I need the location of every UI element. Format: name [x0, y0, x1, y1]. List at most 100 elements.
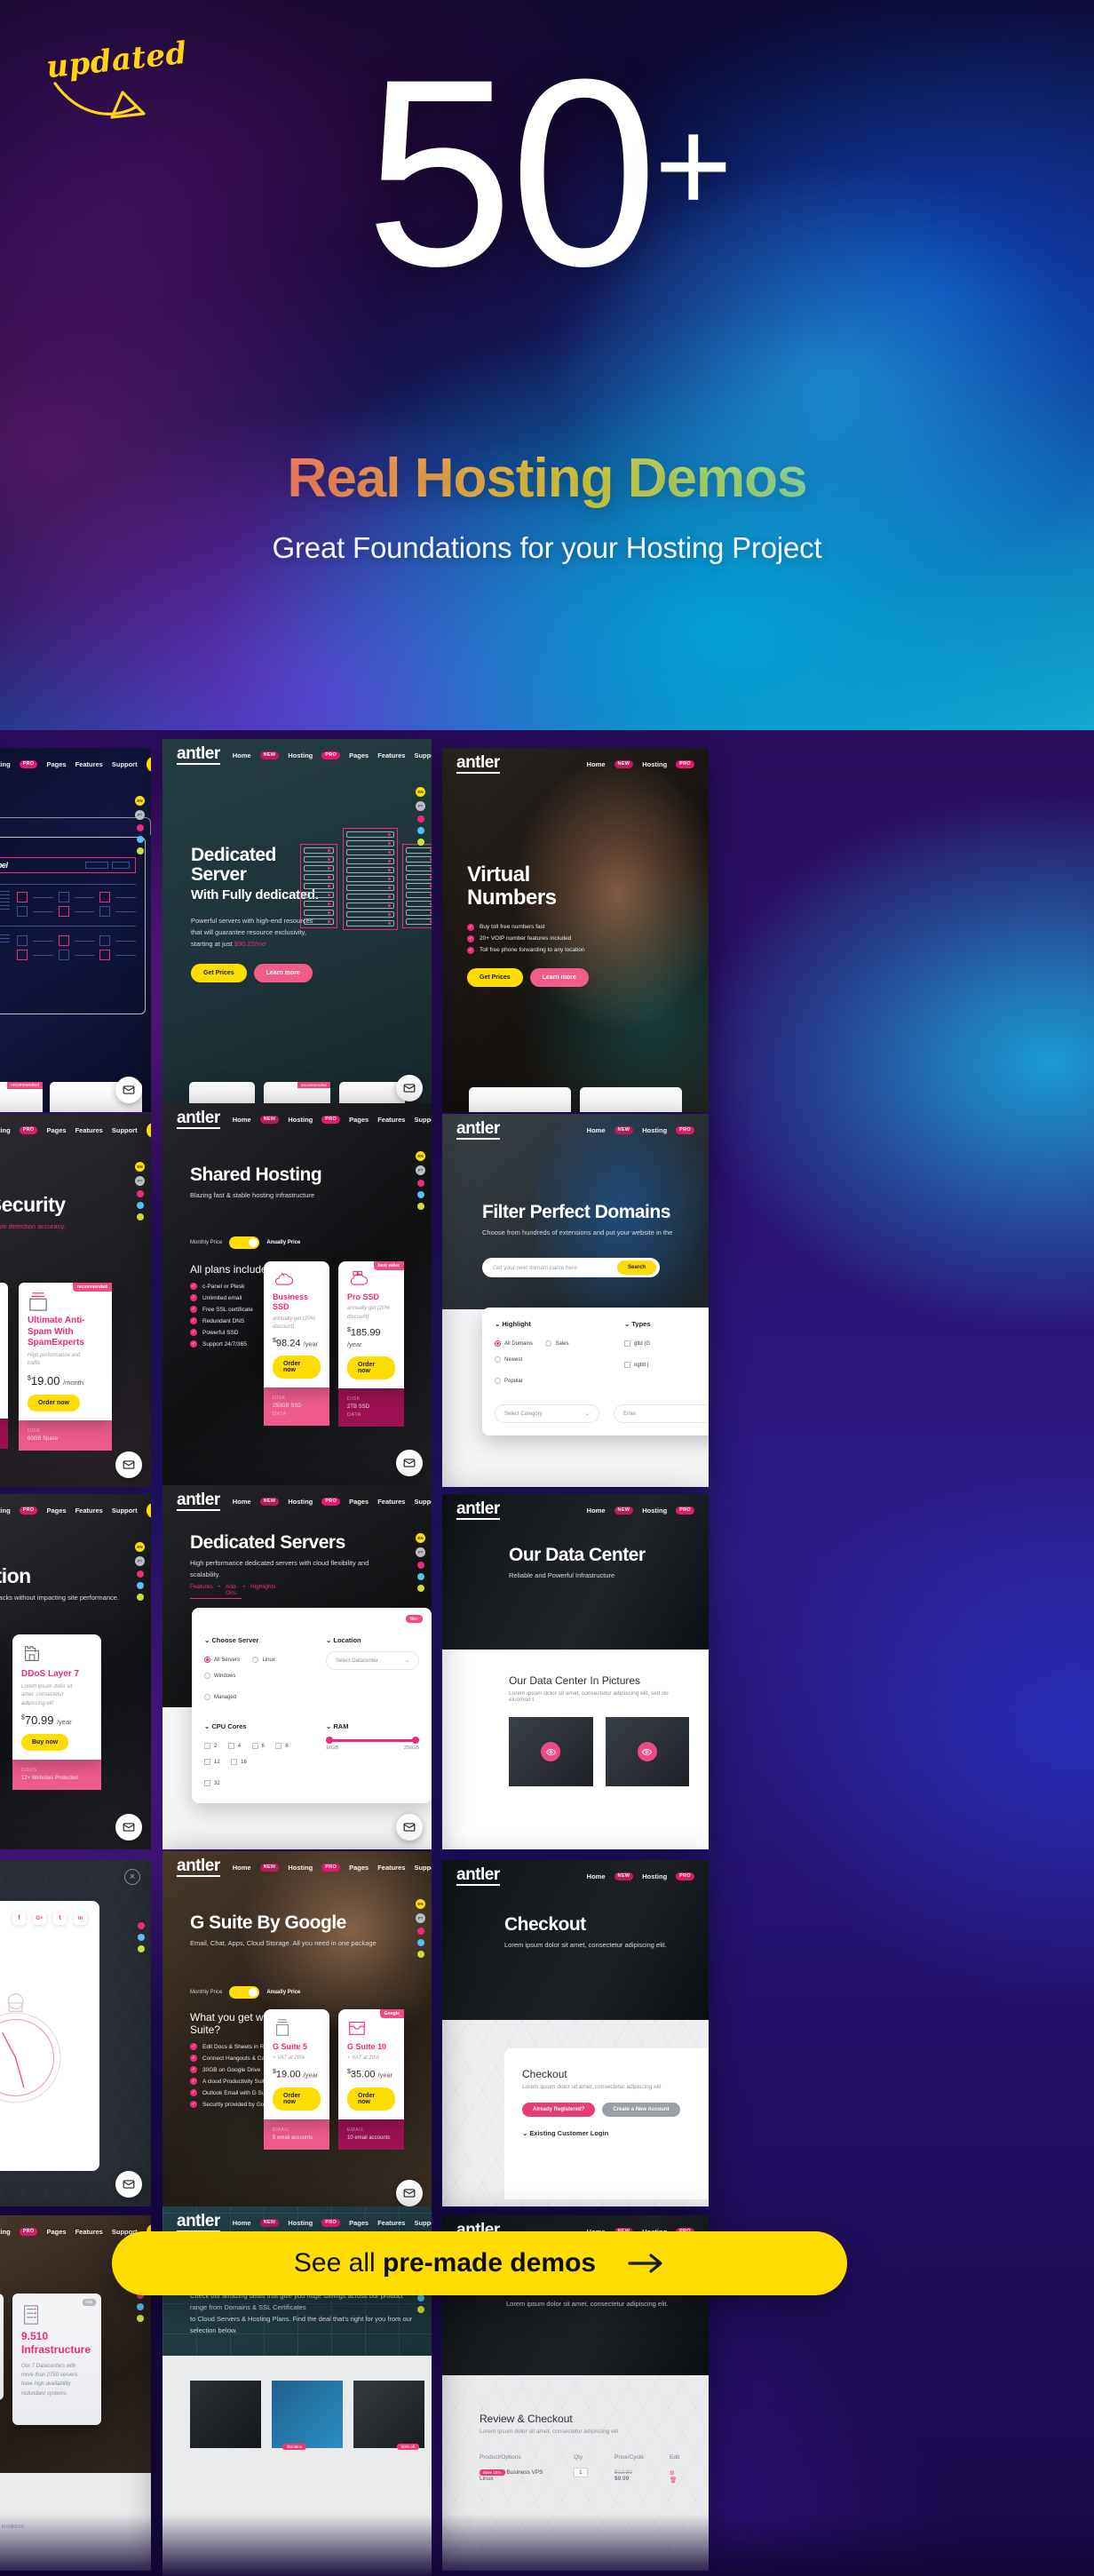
- billing-toggle-switch[interactable]: [229, 1986, 260, 1999]
- mail-icon[interactable]: [115, 2171, 142, 2198]
- lang-en[interactable]: EN: [416, 787, 425, 797]
- get-prices-button[interactable]: Get Prices: [191, 964, 247, 983]
- close-icon[interactable]: ×: [124, 1869, 140, 1885]
- nav-item-hosting[interactable]: Hosting: [0, 2228, 11, 2236]
- billing-toggle[interactable]: Monthly Price Anually Price: [190, 1986, 300, 1999]
- demo-card-gsuite[interactable]: antler Home NEW Hosting PRO Pages Featur…: [163, 1851, 432, 2215]
- nav-item-support[interactable]: Support: [414, 1498, 432, 1506]
- price-card-mini[interactable]: [580, 1087, 682, 1112]
- order-now-button[interactable]: Order now: [347, 1356, 395, 1380]
- create-account-button[interactable]: Create a New Account: [602, 2103, 680, 2117]
- lang-en[interactable]: EN: [416, 1533, 425, 1543]
- lang-en[interactable]: EN: [135, 1162, 145, 1172]
- color-dot-lime[interactable]: [136, 1594, 144, 1601]
- nav-item-features[interactable]: Features: [75, 760, 103, 768]
- lang-pt[interactable]: PT: [416, 1913, 425, 1923]
- mail-icon[interactable]: [396, 2180, 423, 2206]
- deal-thumbnail[interactable]: domains: [272, 2381, 343, 2450]
- radio-all-domains[interactable]: All Domains: [495, 1340, 533, 1347]
- search-input[interactable]: Get your next domain name here: [493, 1265, 617, 1271]
- nav-item-home[interactable]: Home: [233, 751, 251, 759]
- price-card[interactable]: Deluxe Anti-Spam With SpamExperts Intens…: [0, 1283, 8, 1451]
- color-dot-lime[interactable]: [138, 1945, 145, 1952]
- demo-card-data-center[interactable]: antler Home NEW Hosting PRO Our Data Cen…: [442, 1494, 709, 1849]
- radio-popular[interactable]: Popular: [495, 1378, 523, 1384]
- order-now-button[interactable]: Order now: [28, 1394, 81, 1411]
- price-card[interactable]: G Suite 5 + VAT at 20% $19.00 /year Orde…: [264, 2009, 329, 2150]
- demo-card-email-security[interactable]: NEW Hosting PRO Pages Features Support C…: [0, 1114, 151, 1487]
- nav-item-pages[interactable]: Pages: [46, 760, 66, 768]
- nav-item-support[interactable]: Support: [112, 1126, 138, 1134]
- linkedin-icon[interactable]: in: [74, 1912, 87, 1925]
- color-dot-lime[interactable]: [416, 1585, 424, 1592]
- color-dot-pink[interactable]: [416, 1180, 424, 1187]
- demo-card-ddos-protection[interactable]: NEW Hosting PRO Pages Features Support C…: [0, 1494, 151, 1849]
- checkbox-cpu-12[interactable]: 12: [204, 1759, 220, 1765]
- demo-card-filter-domains[interactable]: antler Home NEW Hosting PRO Filter Perfe…: [442, 1114, 709, 1487]
- nav-item-support[interactable]: Support: [112, 1507, 138, 1515]
- nav-item-hosting[interactable]: Hosting: [642, 1126, 667, 1134]
- lang-pt[interactable]: PT: [135, 810, 145, 820]
- color-dot-blue[interactable]: [416, 1939, 424, 1946]
- color-dot-blue[interactable]: [136, 1202, 144, 1209]
- demo-card-dedicated-server[interactable]: antler Home NEW Hosting PRO Pages Featur…: [163, 739, 432, 1110]
- checkbox-cpu-2[interactable]: 2: [204, 1743, 217, 1749]
- color-dot-lime[interactable]: [136, 2315, 144, 2322]
- nav-item-pages[interactable]: Pages: [349, 1864, 369, 1872]
- checkbox-cpu-6[interactable]: 6: [251, 1743, 265, 1749]
- mail-icon[interactable]: [115, 1077, 142, 1103]
- color-dots[interactable]: [138, 1922, 145, 1952]
- nav-item-features[interactable]: Features: [377, 1498, 405, 1506]
- domain-search-bar[interactable]: Get your next domain name here Search: [482, 1258, 660, 1277]
- google-plus-icon[interactable]: G+: [33, 1912, 46, 1925]
- nav-item-pages[interactable]: Pages: [349, 2219, 369, 2227]
- language-switcher[interactable]: EN PT: [416, 787, 425, 846]
- nav-item-pages[interactable]: Pages: [46, 2228, 66, 2236]
- nav-item-pages[interactable]: Pages: [349, 751, 369, 759]
- already-registered-button[interactable]: Already Registered?: [522, 2103, 596, 2117]
- color-dot-blue[interactable]: [416, 2294, 424, 2302]
- nav-item-features[interactable]: Features: [377, 2219, 405, 2227]
- twitter-icon[interactable]: t: [53, 1912, 67, 1925]
- lang-pt[interactable]: PT: [135, 1176, 145, 1186]
- nav-item-hosting[interactable]: Hosting: [288, 1498, 313, 1506]
- learn-more-button[interactable]: Learn more: [253, 964, 313, 983]
- language-switcher[interactable]: EN PT: [135, 1162, 145, 1220]
- language-switcher[interactable]: EN PT: [416, 1899, 425, 1958]
- tab-features[interactable]: Features: [190, 1584, 213, 1596]
- color-dot-lime[interactable]: [416, 2306, 424, 2313]
- enter-field[interactable]: Enter: [614, 1404, 709, 1423]
- nav-item-home[interactable]: Home: [587, 1872, 606, 1880]
- search-button[interactable]: Search: [616, 1260, 656, 1275]
- lang-en[interactable]: EN: [416, 1899, 425, 1909]
- demo-card-shared-hosting[interactable]: antler Home NEW Hosting PRO Pages Featur…: [163, 1103, 432, 1485]
- color-dot-blue[interactable]: [416, 827, 424, 834]
- color-dot-blue[interactable]: [136, 1582, 144, 1589]
- select-datacenter[interactable]: Select Datacenter ⌄: [326, 1651, 419, 1670]
- nav-item-hosting[interactable]: Hosting: [288, 751, 313, 759]
- nav-item-support[interactable]: Support: [414, 2219, 432, 2227]
- mail-icon[interactable]: [396, 1814, 423, 1841]
- nav-item-home[interactable]: Home: [587, 1507, 606, 1515]
- nav-item-home[interactable]: Home: [587, 1126, 606, 1134]
- nav-item-hosting[interactable]: Hosting: [0, 760, 11, 768]
- price-card[interactable]: Google G Suite 10 + VAT at 20% $35.00 /y…: [338, 2009, 404, 2150]
- color-dot-lime[interactable]: [416, 1203, 424, 1210]
- nav-item-support[interactable]: Support: [112, 760, 138, 768]
- color-dot-blue[interactable]: [416, 1191, 424, 1198]
- tab-addons[interactable]: Add-Ons: [226, 1584, 238, 1596]
- lang-en[interactable]: EN: [416, 1151, 425, 1161]
- language-switcher[interactable]: EN PT: [416, 1151, 425, 1210]
- color-dot-pink[interactable]: [416, 1928, 424, 1935]
- demo-card-cpanel-hosting[interactable]: NEW Hosting PRO Pages Features Support C…: [0, 748, 151, 1112]
- checkbox-cpu-32[interactable]: 32: [204, 1780, 220, 1786]
- order-now-button[interactable]: Order now: [273, 2087, 321, 2111]
- language-switcher[interactable]: EN PT: [416, 1533, 425, 1592]
- order-now-button[interactable]: Order now: [347, 2087, 395, 2111]
- checkbox-cpu-8[interactable]: 8: [275, 1743, 289, 1749]
- nav-item-features[interactable]: Features: [377, 1116, 405, 1124]
- radio-windows[interactable]: Windows: [204, 1673, 235, 1679]
- color-dot-pink[interactable]: [136, 1190, 144, 1197]
- color-dot-lime[interactable]: [136, 1213, 144, 1220]
- select-category[interactable]: Select Category ⌄: [495, 1404, 599, 1423]
